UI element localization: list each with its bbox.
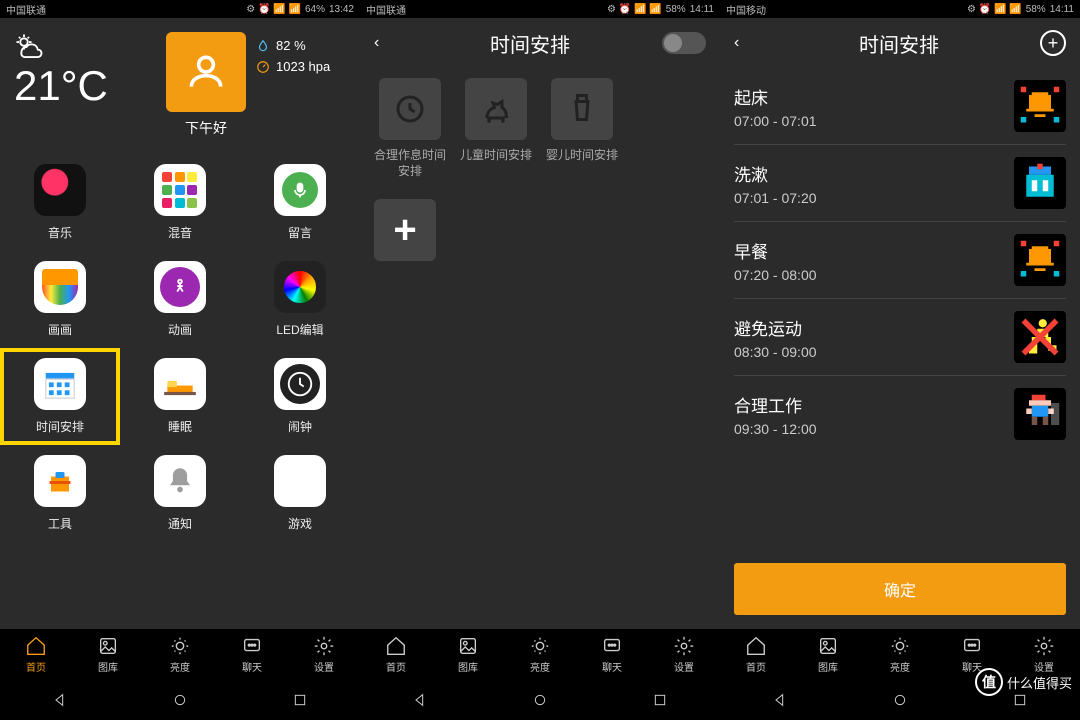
- recent-icon[interactable]: [652, 692, 668, 708]
- status-bar: 中国联通 ⚙ ⏰ 📶 📶64%13:42: [0, 0, 360, 18]
- app-label: 留言: [288, 224, 312, 241]
- tab-2[interactable]: 亮度: [889, 635, 911, 674]
- app-clock[interactable]: 闹钟: [240, 348, 360, 445]
- confirm-button[interactable]: 确定: [734, 563, 1066, 615]
- tab-0[interactable]: 首页: [25, 635, 47, 674]
- pixel-icon: [1014, 234, 1066, 286]
- app-label: 时间安排: [36, 418, 84, 435]
- app-led[interactable]: LED编辑: [240, 251, 360, 348]
- tab-2[interactable]: 亮度: [529, 635, 551, 674]
- home-icon[interactable]: [172, 692, 188, 708]
- tab-0[interactable]: 首页: [385, 635, 407, 674]
- greeting: 下午好: [166, 118, 246, 138]
- app-label: 睡眠: [168, 418, 192, 435]
- topbar: ‹ 时间安排: [360, 18, 720, 68]
- schedule-list-pane: 中国移动 ⚙ ⏰ 📶 📶58%14:11 ‹ 时间安排 + 起床07:00 - …: [720, 0, 1080, 720]
- template-item[interactable]: 儿童时间安排: [460, 78, 532, 179]
- app-label: 通知: [168, 515, 192, 532]
- recent-icon[interactable]: [292, 692, 308, 708]
- pressure: 1023 hpa: [276, 59, 330, 74]
- tab-1[interactable]: 图库: [457, 635, 479, 674]
- status-bar: 中国移动 ⚙ ⏰ 📶 📶58%14:11: [720, 0, 1080, 18]
- page-title: 时间安排: [398, 29, 662, 58]
- template-item[interactable]: 合理作息时间安排: [374, 78, 446, 179]
- schedule-list: 起床07:00 - 07:01洗漱07:01 - 07:20早餐07:20 - …: [720, 68, 1080, 549]
- bottom-tabs: 首页 图库 亮度 聊天 设置: [360, 629, 720, 680]
- app-tool[interactable]: 工具: [0, 445, 120, 542]
- app-sleep[interactable]: 睡眠: [120, 348, 240, 445]
- list-item[interactable]: 早餐07:20 - 08:00: [734, 222, 1066, 299]
- watermark: 值什么值得买: [975, 668, 1072, 696]
- pressure-icon: [256, 60, 270, 74]
- app-cal[interactable]: 时间安排: [0, 348, 120, 445]
- humidity: 82 %: [276, 38, 306, 53]
- status-bar: 中国联通 ⚙ ⏰ 📶 📶58%14:11: [360, 0, 720, 18]
- humidity-icon: [256, 39, 270, 53]
- avatar[interactable]: [166, 32, 246, 112]
- back-icon[interactable]: [772, 692, 788, 708]
- pixel-icon: [1014, 80, 1066, 132]
- tab-0[interactable]: 首页: [745, 635, 767, 674]
- app-label: 工具: [48, 515, 72, 532]
- tab-3[interactable]: 聊天: [241, 635, 263, 674]
- home-pane: 中国联通 ⚙ ⏰ 📶 📶64%13:42 21°C 下午好 82 % 1023 …: [0, 0, 360, 720]
- tab-2[interactable]: 亮度: [169, 635, 191, 674]
- home-icon[interactable]: [532, 692, 548, 708]
- android-nav: [360, 680, 720, 720]
- list-item[interactable]: 洗漱07:01 - 07:20: [734, 145, 1066, 222]
- app-anim[interactable]: 动画: [120, 251, 240, 348]
- pixel-icon: [1014, 157, 1066, 209]
- tab-3[interactable]: 聊天: [601, 635, 623, 674]
- app-label: 游戏: [288, 515, 312, 532]
- back-button[interactable]: ‹: [374, 34, 398, 52]
- template-row: 合理作息时间安排儿童时间安排婴儿时间安排: [360, 68, 720, 189]
- bottom-tabs: 首页 图库 亮度 聊天 设置: [0, 629, 360, 680]
- app-label: 音乐: [48, 224, 72, 241]
- page-title: 时间安排: [758, 29, 1040, 58]
- temperature: 21°C: [14, 62, 166, 110]
- app-music[interactable]: 音乐: [0, 154, 120, 251]
- app-label: 画画: [48, 321, 72, 338]
- android-nav: [0, 680, 360, 720]
- pixel-icon: [1014, 388, 1066, 440]
- topbar: ‹ 时间安排 +: [720, 18, 1080, 68]
- back-icon[interactable]: [52, 692, 68, 708]
- add-button[interactable]: +: [1040, 30, 1066, 56]
- app-label: 闹钟: [288, 418, 312, 435]
- toggle-switch[interactable]: [662, 32, 706, 54]
- weather-icon: [14, 32, 44, 62]
- app-mix[interactable]: 混音: [120, 154, 240, 251]
- app-label: LED编辑: [276, 321, 323, 338]
- back-icon[interactable]: [412, 692, 428, 708]
- tab-1[interactable]: 图库: [817, 635, 839, 674]
- template-item[interactable]: 婴儿时间安排: [546, 78, 618, 179]
- list-item[interactable]: 起床07:00 - 07:01: [734, 68, 1066, 145]
- app-bell[interactable]: 通知: [120, 445, 240, 542]
- app-msg[interactable]: 留言: [240, 154, 360, 251]
- list-item[interactable]: 合理工作09:30 - 12:00: [734, 376, 1066, 452]
- app-game[interactable]: 游戏: [240, 445, 360, 542]
- app-label: 动画: [168, 321, 192, 338]
- schedule-templates-pane: 中国联通 ⚙ ⏰ 📶 📶58%14:11 ‹ 时间安排 合理作息时间安排儿童时间…: [360, 0, 720, 720]
- pixel-icon: [1014, 311, 1066, 363]
- add-template-button[interactable]: +: [374, 199, 436, 261]
- app-label: 混音: [168, 224, 192, 241]
- tab-1[interactable]: 图库: [97, 635, 119, 674]
- home-icon[interactable]: [892, 692, 908, 708]
- back-button[interactable]: ‹: [734, 34, 758, 52]
- app-paint[interactable]: 画画: [0, 251, 120, 348]
- tab-4[interactable]: 设置: [673, 635, 695, 674]
- list-item[interactable]: 避免运动08:30 - 09:00: [734, 299, 1066, 376]
- app-grid: 音乐 混音 留言画画 动画 LED编辑时间安排 睡眠 闹钟工具 通知 游戏: [0, 144, 360, 629]
- tab-4[interactable]: 设置: [313, 635, 335, 674]
- weather-header: 21°C 下午好 82 % 1023 hpa: [0, 18, 360, 144]
